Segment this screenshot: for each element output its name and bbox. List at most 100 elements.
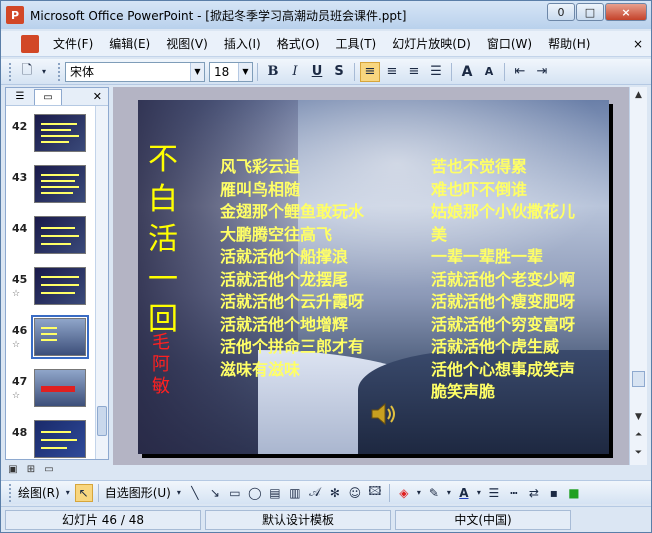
decrease-indent-icon[interactable]: ⇤ <box>510 62 530 82</box>
slide-sorter-view-icon[interactable]: ⊞ <box>23 462 39 476</box>
menu-edit[interactable]: 编辑(E) <box>101 35 158 52</box>
slide-thumbnail[interactable] <box>34 369 86 407</box>
draw-menu-button[interactable]: 绘图(R) <box>16 484 62 501</box>
3d-style-icon[interactable]: ■ <box>565 484 583 502</box>
font-color-icon[interactable]: A <box>455 484 473 502</box>
slide-thumbnail[interactable] <box>34 165 86 203</box>
rectangle-tool-icon[interactable]: ▭ <box>226 484 244 502</box>
slide-number: 48 <box>12 426 28 439</box>
powerpoint-app-icon[interactable]: P <box>6 6 24 24</box>
font-size-select[interactable]: 18 ▼ <box>209 61 253 82</box>
toolbar-options-icon[interactable]: ▾ <box>39 62 49 82</box>
line-style-icon[interactable]: ☰ <box>485 484 503 502</box>
menu-insert[interactable]: 插入(I) <box>216 35 269 52</box>
slide-thumbnail-row-selected[interactable]: 46 ☆ <box>6 314 96 362</box>
panel-scrollbar[interactable] <box>95 106 108 459</box>
select-pointer-icon[interactable]: ↖ <box>74 483 93 502</box>
menu-format[interactable]: 格式(O) <box>269 35 328 52</box>
slide-thumbnail[interactable] <box>34 114 86 152</box>
align-center-icon[interactable]: ≡ <box>382 62 402 82</box>
sound-speaker-icon[interactable] <box>369 400 399 428</box>
slide-thumbnail-row[interactable]: 44 <box>6 212 96 260</box>
close-panel-icon[interactable]: ✕ <box>93 90 102 103</box>
menu-slideshow[interactable]: 幻灯片放映(D) <box>384 35 479 52</box>
scrollbar-thumb[interactable] <box>97 406 107 436</box>
menu-window[interactable]: 窗口(W) <box>479 35 540 52</box>
poem-right-textbox[interactable]: 苦也不觉得累 难也吓不倒谁 姑娘那个小伙撒花儿 美 一辈一辈胜一辈 活就活他个老… <box>431 156 575 404</box>
oval-tool-icon[interactable]: ◯ <box>246 484 264 502</box>
italic-button[interactable]: I <box>285 62 305 82</box>
previous-slide-icon[interactable]: ⏶ <box>630 427 647 443</box>
chevron-down-icon[interactable]: ▾ <box>63 484 73 502</box>
underline-button[interactable]: U <box>307 62 327 82</box>
menu-file[interactable]: 文件(F) <box>45 35 101 52</box>
chevron-down-icon[interactable]: ▾ <box>415 484 423 502</box>
diagram-icon[interactable]: ✻ <box>326 484 344 502</box>
wordart-icon[interactable]: 𝒜 <box>306 484 324 502</box>
textbox-tool-icon[interactable]: ▤ <box>266 484 284 502</box>
line-spacing-icon[interactable]: ☰ <box>426 62 446 82</box>
menu-view[interactable]: 视图(V) <box>158 35 216 52</box>
vertical-textbox-icon[interactable]: ▥ <box>286 484 304 502</box>
shadow-button[interactable]: S <box>329 62 349 82</box>
poem-left-textbox[interactable]: 风飞彩云追 雁叫鸟相随 金翅那个鲤鱼敢玩水 大鹏腾空往高飞 活就活他个船撑浪 活… <box>220 156 364 381</box>
dash-style-icon[interactable]: ┅ <box>505 484 523 502</box>
slide-thumbnail[interactable] <box>34 420 86 458</box>
chevron-down-icon[interactable]: ▾ <box>445 484 453 502</box>
tab-outline-icon[interactable]: ☰ <box>6 89 34 105</box>
slide-thumbnail-row[interactable]: 48 <box>6 416 96 464</box>
arrow-tool-icon[interactable]: ↘ <box>206 484 224 502</box>
line-tool-icon[interactable]: ╲ <box>186 484 204 502</box>
insert-picture-icon[interactable]: 🖾 <box>366 484 384 502</box>
toolbar-grip[interactable] <box>9 62 13 81</box>
document-icon[interactable] <box>21 34 39 53</box>
font-name-select[interactable]: 宋体 ▼ <box>65 61 205 82</box>
next-slide-icon[interactable]: ⏷ <box>630 445 647 461</box>
slide-author[interactable]: 毛阿敏 <box>148 332 174 398</box>
vertical-scrollbar[interactable]: ▲ ▼ ⏶ ⏷ <box>629 87 647 465</box>
scroll-up-icon[interactable]: ▲ <box>630 87 647 103</box>
title-bar[interactable]: P Microsoft Office PowerPoint - [掀起冬季学习高… <box>1 1 651 29</box>
shadow-style-icon[interactable]: ▪ <box>545 484 563 502</box>
slide-thumbnail-row[interactable]: 42 <box>6 110 96 158</box>
align-left-icon[interactable]: ≡ <box>360 61 380 82</box>
slide-thumbnail-row[interactable]: 43 <box>6 161 96 209</box>
chevron-down-icon[interactable]: ▾ <box>475 484 483 502</box>
line-color-icon[interactable]: ✎ <box>425 484 443 502</box>
clipart-icon[interactable]: ☺ <box>346 484 364 502</box>
chevron-down-icon[interactable]: ▼ <box>190 62 204 81</box>
poem-line: 活就活他个穷变富呀 <box>431 314 576 334</box>
slide-thumbnail-row[interactable]: 47 ☆ <box>6 365 96 413</box>
normal-view-icon[interactable]: ▣ <box>5 462 21 476</box>
restore-button[interactable]: □ <box>576 3 604 21</box>
slide-thumbnail[interactable] <box>34 267 86 305</box>
current-slide[interactable]: 不白活一回 毛阿敏 风飞彩云追 雁叫鸟相随 金翅那个鲤鱼敢玩水 大鹏腾空往高飞 … <box>138 100 609 454</box>
increase-font-size-button[interactable]: A <box>457 62 477 82</box>
toolbar-grip[interactable] <box>58 62 62 81</box>
bold-button[interactable]: B <box>263 62 283 82</box>
new-document-icon[interactable]: 🗋 <box>17 62 37 82</box>
menu-help[interactable]: 帮助(H) <box>540 35 598 52</box>
close-document-button[interactable]: × <box>633 37 643 51</box>
chevron-down-icon[interactable]: ▼ <box>238 62 252 81</box>
decrease-font-size-button[interactable]: A <box>479 62 499 82</box>
fill-color-icon[interactable]: ◈ <box>395 484 413 502</box>
minimize-button[interactable]: 0 <box>547 3 575 21</box>
close-button[interactable]: × <box>605 3 647 21</box>
toolbar-grip[interactable] <box>9 483 13 502</box>
menu-tools[interactable]: 工具(T) <box>328 35 385 52</box>
autoshapes-menu-button[interactable]: 自选图形(U) <box>103 484 173 501</box>
chevron-down-icon[interactable]: ▾ <box>174 484 184 502</box>
slide-thumbnail-row[interactable]: 45 ☆ <box>6 263 96 311</box>
slideshow-view-icon[interactable]: ▭ <box>41 462 57 476</box>
slide-thumbnail[interactable] <box>34 216 86 254</box>
arrow-style-icon[interactable]: ⇄ <box>525 484 543 502</box>
tab-slides-icon[interactable]: ▭ <box>34 88 62 105</box>
slide-thumbnail-selected[interactable] <box>31 315 89 359</box>
scrollbar-thumb[interactable] <box>632 371 645 387</box>
align-right-icon[interactable]: ≡ <box>404 62 424 82</box>
poem-line: 美 <box>431 224 448 244</box>
slide-title[interactable]: 不白活一回 <box>148 140 178 340</box>
increase-indent-icon[interactable]: ⇥ <box>532 62 552 82</box>
scroll-down-icon[interactable]: ▼ <box>630 409 647 425</box>
